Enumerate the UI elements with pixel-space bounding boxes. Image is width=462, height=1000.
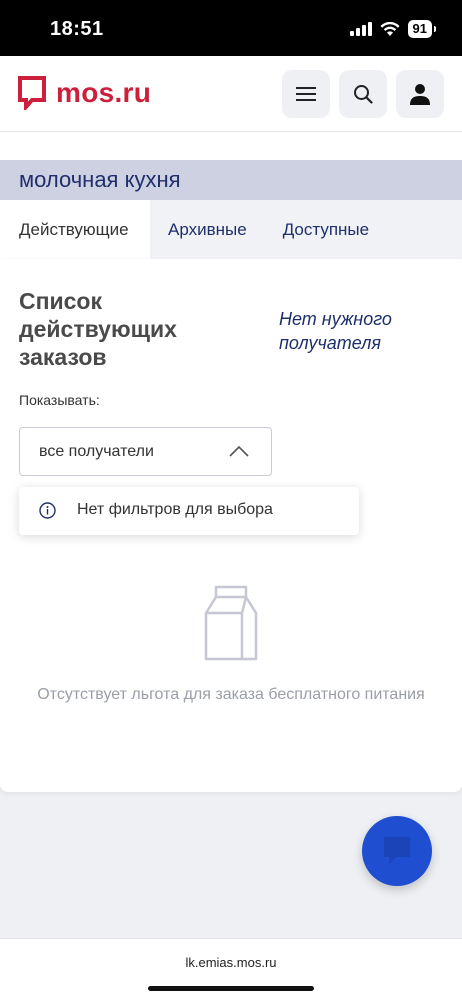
filter-dropdown: Нет фильтров для выбора [19, 487, 359, 535]
menu-button[interactable] [282, 70, 330, 118]
select-value: все получатели [39, 442, 154, 460]
order-tabs: Действующие Архивные Доступные [0, 200, 462, 259]
list-title: Список действующих заказов [19, 288, 177, 370]
show-label: Показывать: [19, 392, 100, 408]
cut-off-text: - - - - - [150, 132, 194, 138]
orders-card: Список действующих заказов Нет нужного п… [0, 259, 462, 792]
signal-icon [349, 22, 372, 36]
search-icon [354, 85, 373, 104]
user-icon [410, 84, 430, 105]
browser-url-bar: lk.emias.mos.ru [0, 938, 462, 1000]
search-button[interactable] [339, 70, 387, 118]
chat-button[interactable] [362, 816, 432, 886]
no-recipient-link[interactable]: Нет нужного получателя [279, 307, 439, 355]
milk-carton-icon [204, 585, 258, 661]
status-time: 18:51 [50, 18, 104, 40]
home-indicator[interactable] [148, 986, 314, 991]
profile-button[interactable] [396, 70, 444, 118]
dropdown-message: Нет фильтров для выбора [77, 501, 273, 518]
battery-indicator: 91 [407, 20, 437, 38]
mos-logo-icon [18, 76, 46, 110]
status-icons: 91 [349, 20, 437, 38]
recipient-select[interactable]: все получатели [19, 427, 272, 476]
tab-active[interactable]: Действующие [0, 200, 150, 259]
hamburger-icon [296, 87, 316, 101]
site-header: mos.ru [0, 56, 462, 132]
wifi-icon [380, 21, 400, 36]
url-text[interactable]: lk.emias.mos.ru [0, 955, 462, 970]
section-title: молочная кухня [19, 167, 181, 192]
section-title-bar: молочная кухня [0, 160, 462, 200]
site-logo[interactable]: mos.ru [18, 76, 151, 110]
empty-state-text: Отсутствует льгота для заказа бесплатног… [37, 686, 425, 703]
tab-available[interactable]: Доступные [265, 200, 387, 259]
info-icon [39, 502, 56, 519]
status-bar: 18:51 91 [0, 0, 462, 56]
chevron-up-icon [229, 445, 249, 457]
chat-bubble-icon [384, 837, 410, 864]
logo-text: mos.ru [56, 77, 152, 108]
cut-off-text-strip: - - - - - [0, 132, 462, 160]
tab-archive[interactable]: Архивные [150, 200, 265, 259]
